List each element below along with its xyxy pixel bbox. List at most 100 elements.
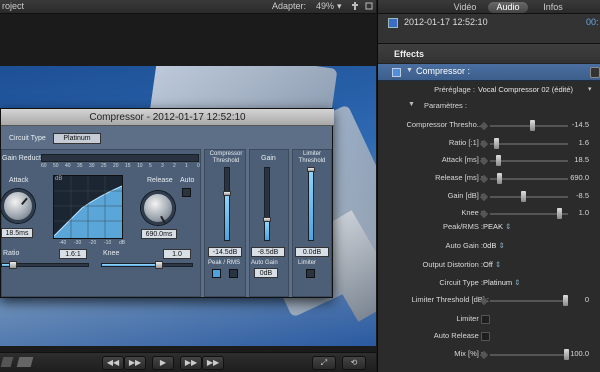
attack-knob[interactable]: [1, 189, 35, 223]
peak-button[interactable]: [212, 269, 221, 278]
preset-select[interactable]: Vocal Compressor 02 (édité): [478, 85, 573, 94]
threshold-value[interactable]: -14.5dB: [208, 247, 242, 257]
gain-value[interactable]: -8.5dB: [251, 247, 285, 257]
zoom-value[interactable]: 49%: [316, 1, 334, 11]
loop-button[interactable]: ⟲: [342, 356, 366, 370]
circuit-type-select[interactable]: Platinum ⇕: [483, 278, 521, 287]
prev-button[interactable]: ◀◀: [102, 356, 124, 370]
param-label: Release [ms] :: [435, 173, 483, 182]
param-slider[interactable]: [490, 196, 568, 198]
clip-timecode: 00:: [586, 17, 599, 27]
transport-bar: ◀◀ ▶▶ ▶ ▶▶ ▶▶ ⤢ ⟲: [0, 352, 376, 372]
end-button[interactable]: ▶▶: [180, 356, 202, 370]
meter-scale-tick: 40: [65, 163, 71, 169]
graph-x-tick: dB: [119, 240, 126, 246]
threshold-handle[interactable]: [223, 191, 231, 196]
param-row: Gain [dB] : -8.5: [378, 188, 600, 206]
plugin-title-bar[interactable]: Compressor - 2012-01-17 12:52:10: [1, 109, 334, 126]
mix-handle[interactable]: [564, 349, 569, 360]
circuit-type-select[interactable]: Platinum: [53, 133, 101, 144]
clip-icon: [388, 18, 398, 28]
param-value[interactable]: 1.6: [579, 138, 589, 147]
param-slider-handle[interactable]: [497, 173, 503, 184]
tab-infos[interactable]: Infos: [534, 2, 572, 13]
preset-dropdown-icon[interactable]: ▾: [588, 85, 592, 93]
settings-icon[interactable]: [352, 1, 358, 11]
param-slider[interactable]: [490, 143, 568, 145]
mix-slider[interactable]: [490, 354, 568, 356]
limiter-threshold-slider[interactable]: [490, 300, 568, 302]
meter-scale-tick: 50: [53, 163, 59, 169]
circuit-type-value: Platinum: [63, 135, 91, 142]
auto-release-checkbox[interactable]: [481, 332, 490, 341]
limiter-threshold-label: Limiter Threshold: [298, 151, 326, 164]
ratio-slider-handle[interactable]: [9, 261, 17, 269]
auto-gain-select[interactable]: 0dB ⇕: [483, 241, 505, 250]
param-value[interactable]: 690.0: [570, 173, 589, 182]
effect-options-icon[interactable]: [590, 67, 600, 78]
gain-meter: [264, 167, 270, 241]
mix-value[interactable]: 100.0: [570, 349, 589, 358]
limiter-threshold-label: Limiter Threshold [dB] :: [411, 295, 489, 304]
limiter-threshold-value[interactable]: 0.0dB: [295, 247, 329, 257]
meter-scale-tick: 0: [197, 163, 200, 169]
limiter-button[interactable]: [306, 269, 315, 278]
meter-scale-tick: 20: [113, 163, 119, 169]
graph-x-tick: -30: [74, 240, 82, 246]
limiter-threshold-handle[interactable]: [563, 295, 568, 306]
limiter-meter: [308, 167, 314, 241]
fullscreen-icon[interactable]: [365, 1, 373, 13]
rms-button[interactable]: [229, 269, 238, 278]
inspector-panel: Vidéo Audio Infos 2012-01-17 12:52:10 00…: [377, 0, 600, 372]
zoom-dropdown-icon[interactable]: ▾: [337, 1, 342, 12]
param-slider-handle[interactable]: [557, 208, 563, 219]
compressor-effect-row[interactable]: ▼ Compressor :: [378, 64, 600, 81]
viewer-panel: roject Adapter: 49% ▾ Compressor - 2012-…: [0, 0, 376, 372]
tool-icon[interactable]: [0, 357, 14, 367]
trim-icon[interactable]: [16, 357, 34, 367]
param-slider[interactable]: [490, 125, 568, 127]
disclosure-triangle-icon[interactable]: ▼: [406, 67, 413, 74]
param-value[interactable]: 1.0: [579, 208, 589, 217]
param-value[interactable]: -14.5: [572, 120, 589, 129]
meter-scale-tick: 2: [173, 163, 176, 169]
gain-handle[interactable]: [263, 217, 271, 222]
meter-scale-tick: 1: [185, 163, 188, 169]
adapter-label: Adapter:: [272, 1, 307, 11]
skip-button[interactable]: ▶▶: [202, 356, 224, 370]
fullscreen-button[interactable]: ⤢: [312, 356, 336, 370]
param-value[interactable]: 18.5: [574, 155, 589, 164]
peak-rms-select[interactable]: PEAK ⇕: [483, 222, 511, 231]
param-slider-handle[interactable]: [520, 191, 526, 202]
attack-value[interactable]: 18.5ms: [1, 228, 33, 238]
knee-value[interactable]: 1.0: [163, 249, 191, 259]
play-button[interactable]: ▶: [152, 356, 174, 370]
params-disclosure-icon[interactable]: ▼: [408, 101, 415, 108]
attack-label: Attack: [9, 177, 29, 184]
param-value[interactable]: -8.5: [576, 191, 589, 200]
release-knob[interactable]: [141, 191, 175, 225]
gain-reduction-scale: 60 50 40 35 30 25 20 15 10 5 3 2 1 0: [41, 163, 200, 170]
limiter-checkbox[interactable]: [481, 315, 490, 324]
knee-slider[interactable]: [101, 263, 193, 267]
auto-gain-select[interactable]: 0dB: [254, 268, 278, 278]
param-slider-handle[interactable]: [495, 155, 501, 166]
mix-label: Mix [%] :: [454, 349, 483, 358]
knee-label: Knee: [103, 250, 120, 257]
param-slider-handle[interactable]: [493, 138, 499, 149]
next-frame-button[interactable]: ▶▶: [124, 356, 146, 370]
tab-audio[interactable]: Audio: [488, 2, 528, 13]
limiter-threshold-value[interactable]: 0: [585, 295, 589, 304]
limiter-handle[interactable]: [307, 167, 315, 172]
param-slider[interactable]: [490, 160, 568, 162]
ratio-value[interactable]: 1.6:1: [59, 249, 87, 259]
effect-enable-checkbox[interactable]: [392, 68, 401, 77]
output-distortion-select[interactable]: Off ⇕: [483, 260, 501, 269]
param-slider-handle[interactable]: [530, 120, 536, 131]
circuit-type-label: Circuit Type :: [439, 278, 483, 287]
knee-slider-handle[interactable]: [155, 261, 163, 269]
auto-gain-row: Auto Gain : 0dB ⇕: [378, 238, 600, 256]
release-value[interactable]: 690.0ms: [141, 229, 177, 239]
tab-video[interactable]: Vidéo: [446, 2, 484, 13]
auto-release-button[interactable]: [182, 188, 191, 197]
